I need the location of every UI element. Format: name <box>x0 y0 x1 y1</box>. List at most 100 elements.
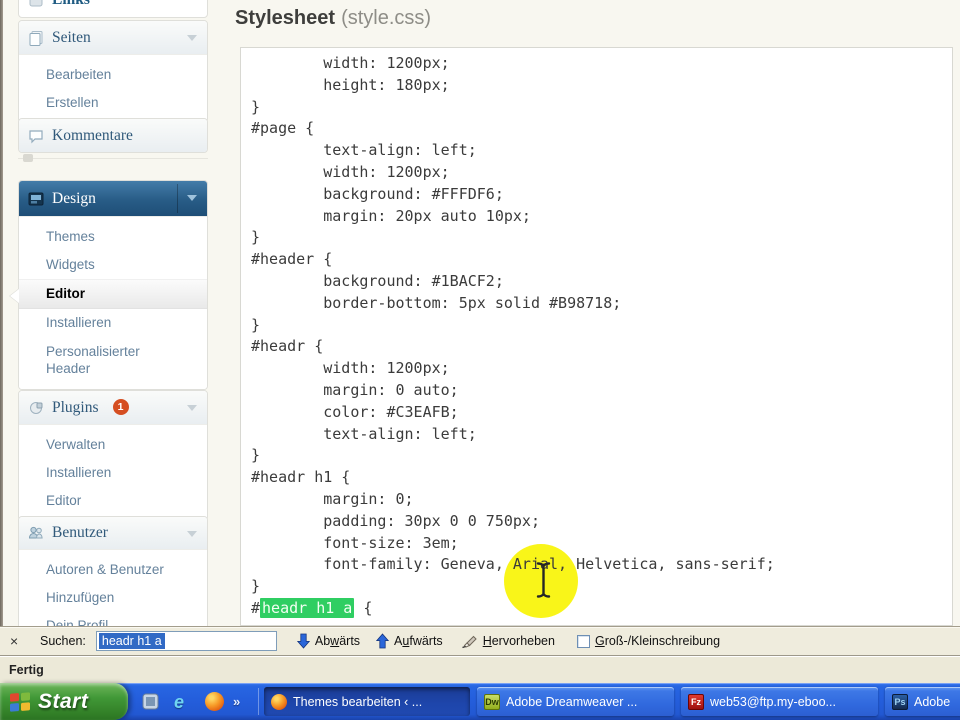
sidebar-item-hinzufuegen[interactable]: Hinzufügen <box>19 584 207 612</box>
taskbar-button-label: Themes bearbeiten ‹ ... <box>293 695 422 709</box>
taskbar-button-photoshop[interactable]: Ps Adobe <box>885 687 960 716</box>
sidebar-section-kommentare[interactable]: Kommentare <box>19 119 207 152</box>
firefox-icon[interactable] <box>205 692 224 711</box>
code-line: text-align: left; <box>251 424 952 446</box>
code-line: } <box>251 576 952 598</box>
internet-explorer-icon[interactable]: e <box>174 692 193 711</box>
sidebar-item-erstellen[interactable]: Erstellen <box>19 89 207 117</box>
code-line: #header { <box>251 249 952 271</box>
header-separator <box>177 184 178 213</box>
code-line: margin: 0; <box>251 489 952 511</box>
sidebar-section-benutzer[interactable]: Benutzer <box>19 517 207 549</box>
page-title-main: Stylesheet <box>235 7 335 29</box>
match-case-checkbox[interactable] <box>577 635 590 648</box>
code-line: margin: 20px auto 10px; <box>251 206 952 228</box>
sidebar-section-seiten[interactable]: Seiten <box>19 21 207 54</box>
code-line: #headr h1 { <box>251 467 952 489</box>
taskbar-button-filezilla[interactable]: Fz web53@ftp.my-eboo... <box>681 687 878 716</box>
sidebar-section-label: Kommentare <box>52 127 133 145</box>
admin-sidebar: Links Seiten Bearbeiten Erstellen Kommen… <box>3 0 231 626</box>
page-title-suffix: (style.css) <box>341 7 431 29</box>
quick-launch-bar: e » <box>132 683 240 720</box>
code-line: background: #FFFDF6; <box>251 184 952 206</box>
sidebar-section-seiten-box: Seiten Bearbeiten Erstellen <box>18 20 208 123</box>
chevron-down-icon[interactable] <box>187 405 197 411</box>
comment-bubble-icon <box>28 128 44 144</box>
text-cursor-ibeam <box>535 561 552 599</box>
sidebar-item-installieren[interactable]: Installieren <box>19 309 207 337</box>
arrow-up-icon <box>376 633 389 649</box>
find-prev-button[interactable]: Aufwärts <box>376 633 443 649</box>
find-prev-label: Aufwärts <box>394 634 443 648</box>
sidebar-item-verwalten[interactable]: Verwalten <box>19 431 207 459</box>
code-line: #page { <box>251 118 952 140</box>
code-line: #headr h1 a { <box>251 598 952 620</box>
dreamweaver-icon: Dw <box>484 694 500 710</box>
taskbar-separator <box>258 688 259 715</box>
sidebar-item-widgets[interactable]: Widgets <box>19 251 207 279</box>
page-title: Stylesheet (style.css) <box>235 7 431 30</box>
find-next-button[interactable]: Abwärts <box>297 633 360 649</box>
sidebar-section-plugins[interactable]: Plugins 1 <box>19 391 207 424</box>
match-case-option[interactable]: Groß-/Kleinschreibung <box>577 634 720 648</box>
code-line: font-size: 3em; <box>251 533 952 555</box>
find-input[interactable]: headr h1 a <box>96 631 277 651</box>
quick-launch-overflow-chevron[interactable]: » <box>233 694 240 709</box>
sidebar-section-links[interactable]: Links <box>18 0 208 18</box>
code-block[interactable]: width: 1200px; height: 180px;} #page { te… <box>251 53 952 620</box>
code-line: text-align: left; <box>251 140 952 162</box>
close-icon[interactable]: × <box>10 633 26 649</box>
code-editor-textarea[interactable]: width: 1200px; height: 180px;} #page { te… <box>240 47 953 626</box>
find-query-selected-text: headr h1 a <box>99 633 165 649</box>
taskbar-button-themes-bearbeiten[interactable]: Themes bearbeiten ‹ ... <box>264 687 470 716</box>
quick-launch-app-icon[interactable] <box>141 692 160 711</box>
pages-icon <box>28 30 44 46</box>
taskbar-button-dreamweaver[interactable]: Dw Adobe Dreamweaver ... <box>477 687 674 716</box>
sidebar-section-label: Seiten <box>52 29 91 47</box>
sidebar-item-themes[interactable]: Themes <box>19 223 207 251</box>
links-icon <box>28 0 44 8</box>
taskbar-button-label: Adobe <box>914 695 950 709</box>
sidebar-section-design[interactable]: Design <box>19 181 207 216</box>
windows-taskbar: Start e » Themes bearbeiten ‹ ... Dw Ado… <box>0 683 960 720</box>
sidebar-item-autoren-benutzer[interactable]: Autoren & Benutzer <box>19 556 207 584</box>
status-text: Fertig <box>9 663 44 677</box>
plugins-icon <box>28 400 44 416</box>
sidebar-collapse-handle[interactable] <box>23 154 33 162</box>
find-label: Suchen: <box>40 634 86 648</box>
seiten-submenu: Bearbeiten Erstellen <box>19 54 207 122</box>
sidebar-item-bearbeiten[interactable]: Bearbeiten <box>19 61 207 89</box>
sidebar-item-plugins-editor[interactable]: Editor <box>19 487 207 515</box>
sidebar-section-label: Design <box>52 190 96 208</box>
active-item-notch <box>10 289 19 303</box>
code-line: padding: 30px 0 0 750px; <box>251 511 952 533</box>
sidebar-item-editor-active[interactable]: Editor <box>19 279 207 309</box>
code-line: height: 180px; <box>251 75 952 97</box>
sidebar-divider <box>18 158 208 159</box>
plugins-count-badge: 1 <box>113 399 129 415</box>
code-line: width: 1200px; <box>251 53 952 75</box>
sidebar-section-label: Benutzer <box>52 524 108 542</box>
highlight-all-label: Hervorheben <box>483 634 555 648</box>
code-line: border-bottom: 5px solid #B98718; <box>251 293 952 315</box>
chevron-down-icon[interactable] <box>187 195 197 201</box>
highlight-all-button[interactable]: Hervorheben <box>461 634 555 649</box>
sidebar-item-plugins-installieren[interactable]: Installieren <box>19 459 207 487</box>
code-line: width: 1200px; <box>251 358 952 380</box>
filezilla-icon: Fz <box>688 694 704 710</box>
design-submenu: Themes Widgets Editor Installieren Perso… <box>19 216 207 389</box>
chevron-down-icon[interactable] <box>187 531 197 537</box>
code-line: background: #1BACF2; <box>251 271 952 293</box>
code-line: } <box>251 445 952 467</box>
match-case-label: Groß-/Kleinschreibung <box>595 634 720 648</box>
sidebar-section-plugins-box: Plugins 1 Verwalten Installieren Editor <box>18 390 208 521</box>
highlighter-pen-icon <box>461 634 478 649</box>
code-line: #headr { <box>251 336 952 358</box>
code-line: } <box>251 315 952 337</box>
start-button[interactable]: Start <box>0 683 128 720</box>
chevron-down-icon[interactable] <box>187 35 197 41</box>
code-line: margin: 0 auto; <box>251 380 952 402</box>
sidebar-section-label: Plugins <box>52 399 99 417</box>
sidebar-item-personalisierter-header[interactable]: Personalisierter Header <box>19 337 177 384</box>
windows-logo-icon <box>9 690 31 714</box>
